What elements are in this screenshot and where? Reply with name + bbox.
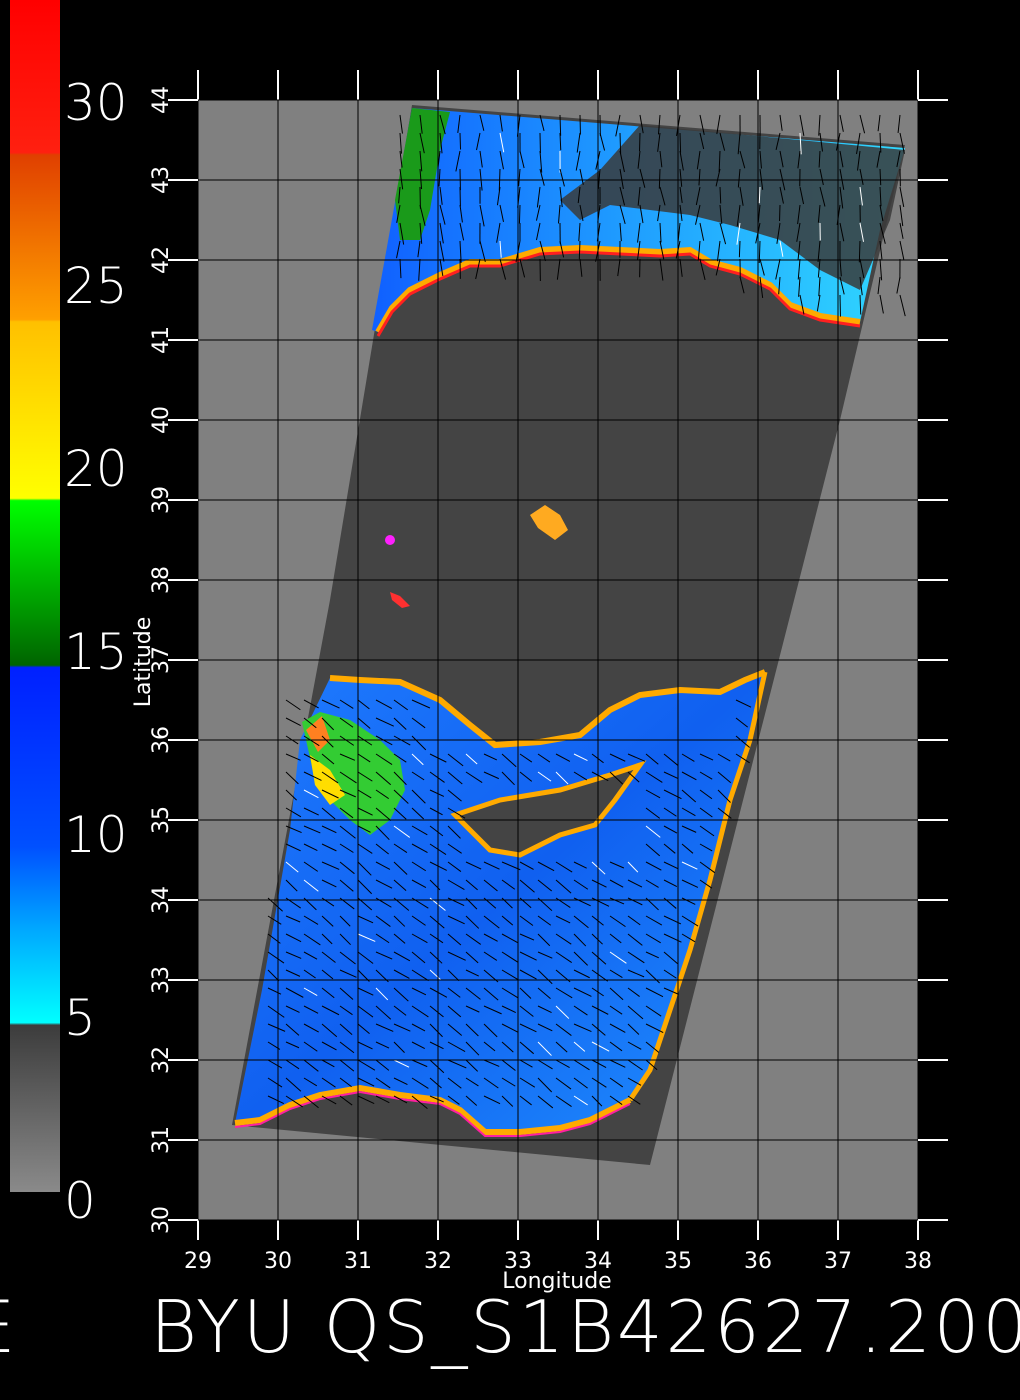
colorbar-gradient bbox=[10, 0, 60, 1192]
lat-tick-label: 44 bbox=[149, 86, 174, 114]
lat-tick-label: 33 bbox=[149, 966, 174, 994]
lat-tick-label: 40 bbox=[149, 406, 174, 434]
lon-tick-label: 30 bbox=[264, 1249, 292, 1274]
wind-vector bbox=[758, 186, 761, 204]
wind-vector bbox=[658, 168, 661, 189]
lat-tick-label: 35 bbox=[149, 806, 174, 834]
lat-tick-label: 32 bbox=[149, 1046, 174, 1074]
lon-tick-label: 32 bbox=[424, 1249, 452, 1274]
map-canvas: 0 5 10 15 20 25 30 29 30 31 32 33 34 35 36 37 … bbox=[0, 0, 1020, 1369]
lon-tick-label: 35 bbox=[664, 1249, 692, 1274]
lon-tick-label: 29 bbox=[184, 1249, 212, 1274]
colorbar-labels: 0 5 10 15 20 25 30 bbox=[64, 74, 128, 1230]
footer-left-fragment: E bbox=[0, 1285, 18, 1369]
wind-map-figure: 0 5 10 15 20 25 30 29 30 31 32 33 34 35 … bbox=[0, 0, 1020, 1400]
colorbar-label: 25 bbox=[64, 257, 128, 315]
wind-vector bbox=[679, 132, 682, 153]
y-axis-title: Latitude bbox=[131, 617, 156, 708]
colorbar: 0 5 10 15 20 25 30 bbox=[10, 0, 128, 1230]
colorbar-label: 5 bbox=[64, 989, 96, 1047]
colorbar-label: 30 bbox=[64, 74, 128, 132]
lat-tick-label: 34 bbox=[149, 886, 174, 914]
wind-vector bbox=[459, 132, 462, 150]
wind-vector bbox=[578, 240, 581, 260]
lon-tick-label: 31 bbox=[344, 1249, 372, 1274]
lat-tick-label: 30 bbox=[149, 1206, 174, 1234]
wind-vector bbox=[738, 240, 741, 258]
wind-vector bbox=[559, 114, 562, 136]
lat-tick-label: 36 bbox=[149, 726, 174, 754]
wind-vector bbox=[619, 132, 622, 154]
inland-lake-magenta bbox=[385, 535, 395, 545]
lat-tick-label: 31 bbox=[149, 1126, 174, 1154]
lon-tick-label: 38 bbox=[904, 1249, 932, 1274]
colorbar-label: 10 bbox=[64, 806, 128, 864]
lat-tick-label: 43 bbox=[149, 166, 174, 194]
footer-title: BYU QS_S1B42627.200 bbox=[150, 1285, 1020, 1369]
lat-tick-label: 41 bbox=[149, 326, 174, 354]
lon-tick-label: 36 bbox=[744, 1249, 772, 1274]
lon-tick-label: 37 bbox=[824, 1249, 852, 1274]
lat-tick-label: 38 bbox=[149, 566, 174, 594]
colorbar-label: 15 bbox=[64, 623, 128, 681]
wind-vector bbox=[518, 204, 521, 224]
lat-tick-label: 39 bbox=[149, 486, 174, 514]
colorbar-label: 20 bbox=[64, 440, 128, 498]
map-area: 29 30 31 32 33 34 35 36 37 38 3031323334353637383… bbox=[131, 70, 948, 1294]
colorbar-label: 0 bbox=[64, 1172, 96, 1230]
lat-tick-label: 42 bbox=[149, 246, 174, 274]
